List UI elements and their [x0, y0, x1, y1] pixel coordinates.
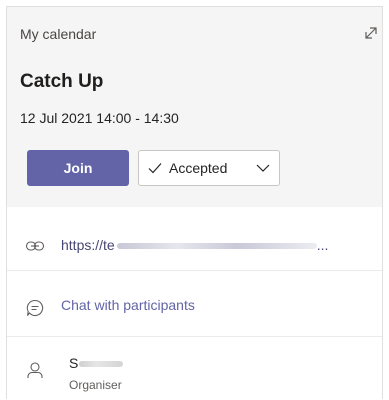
chat-with-participants-link[interactable]: Chat with participants — [61, 297, 195, 313]
rsvp-label: Accepted — [169, 160, 228, 176]
organiser-row: S Organiser — [7, 337, 382, 400]
join-button-label: Join — [63, 160, 93, 176]
meeting-header: My calendar Catch Up 12 Jul 2021 14:00 -… — [7, 7, 382, 207]
organiser-name-text: S — [69, 355, 79, 371]
meeting-datetime: 12 Jul 2021 14:00 - 14:30 — [20, 110, 179, 126]
calendar-source: My calendar — [20, 26, 97, 42]
meeting-link-ellipsis: ... — [316, 237, 329, 253]
person-icon — [27, 362, 43, 378]
meeting-details-card: My calendar Catch Up 12 Jul 2021 14:00 -… — [6, 6, 383, 399]
chat-icon — [26, 299, 44, 317]
rsvp-dropdown[interactable]: Accepted — [138, 150, 280, 186]
chevron-down-icon — [256, 164, 270, 172]
checkmark-icon — [148, 163, 162, 174]
join-button[interactable]: Join — [27, 150, 129, 186]
meeting-link[interactable]: https://te... — [61, 237, 376, 253]
redacted-name-segment — [79, 361, 124, 368]
redacted-link-segment — [116, 243, 317, 250]
meeting-link-text: https://te — [61, 237, 115, 253]
expand-icon[interactable] — [361, 23, 381, 43]
link-icon — [25, 241, 45, 251]
organiser-role: Organiser — [69, 378, 122, 392]
chat-row[interactable]: Chat with participants — [7, 271, 382, 337]
organiser-name: S — [69, 355, 124, 371]
meeting-title: Catch Up — [20, 71, 104, 92]
meeting-link-row[interactable]: https://te... — [7, 207, 382, 271]
